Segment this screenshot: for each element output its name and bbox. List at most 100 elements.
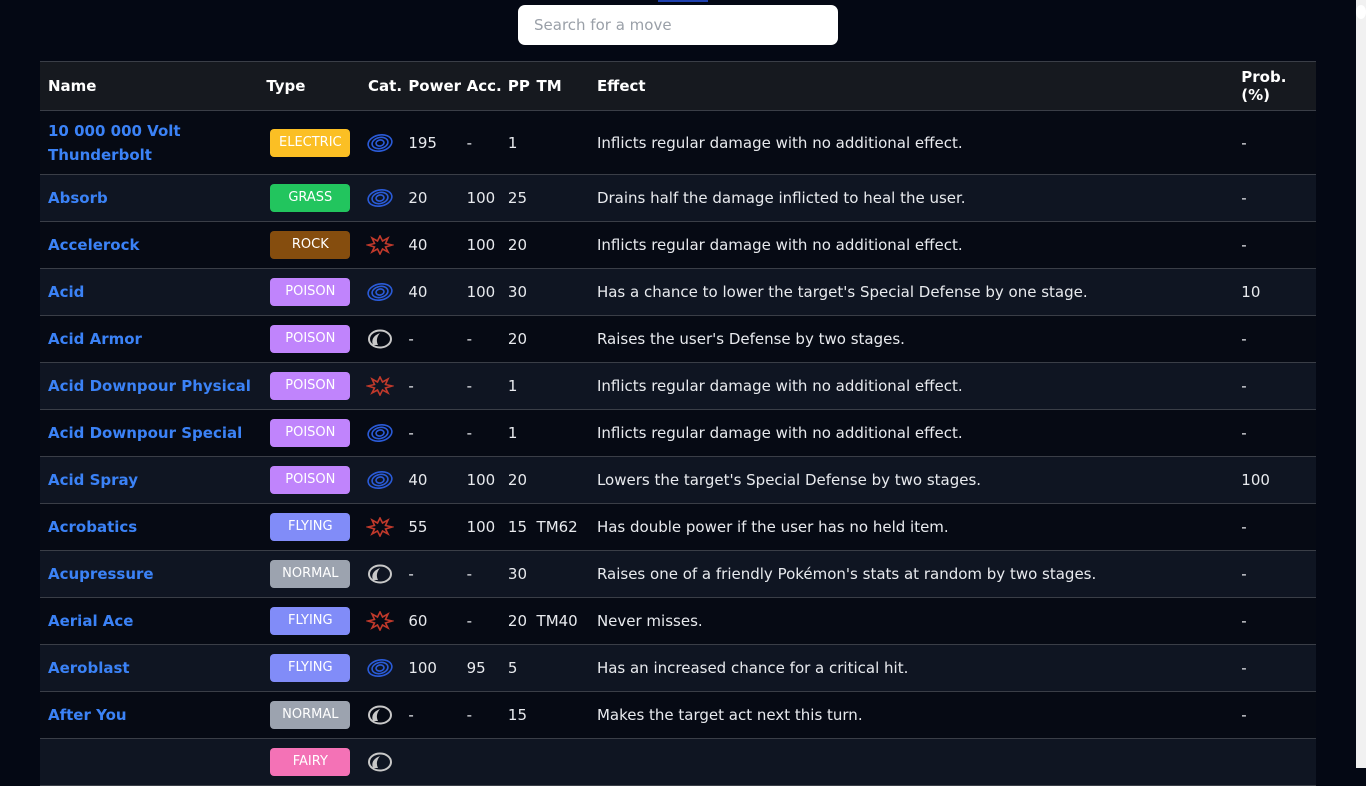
type-badge: FAIRY	[270, 748, 351, 776]
cell-pp: 1	[499, 362, 529, 410]
cell-effect: Has an increased chance for a critical h…	[588, 644, 1234, 692]
cell-name: Acrobatics	[40, 503, 259, 551]
cell-tm	[528, 174, 589, 222]
move-name-link[interactable]: After You	[48, 706, 127, 724]
status-category-icon	[368, 564, 393, 584]
cell-pp: 25	[499, 174, 529, 222]
search-input[interactable]	[518, 5, 838, 45]
table-row: Acrobatics FLYING 55 100 15 TM62 Has double po…	[40, 503, 1316, 551]
table-row: Acid Spray POISON 40 100 20 Lowers the target…	[40, 456, 1316, 504]
cell-probability: -	[1233, 362, 1316, 410]
move-name-link[interactable]: Aeroblast	[48, 659, 130, 677]
cell-pp	[499, 738, 529, 786]
cell-category	[360, 456, 401, 504]
cell-name: After You	[40, 691, 259, 739]
header-pp[interactable]: PP	[499, 61, 530, 111]
move-name-link[interactable]: Acrobatics	[48, 518, 137, 536]
cell-effect: Inflicts regular damage with no addition…	[588, 409, 1234, 457]
cell-type: POISON	[258, 315, 361, 363]
cell-category	[360, 597, 401, 645]
cell-category	[360, 110, 401, 175]
header-type[interactable]: Type	[258, 61, 361, 111]
special-category-icon	[367, 470, 393, 490]
cell-type: NORMAL	[258, 550, 361, 598]
cell-power: -	[400, 550, 459, 598]
move-name-link[interactable]: Acid Downpour Physical	[48, 377, 251, 395]
table-row: Aeroblast FLYING 100 95 5 Has an increased ch…	[40, 644, 1316, 692]
move-name-link[interactable]: Acid Armor	[48, 330, 142, 348]
type-badge: GRASS	[270, 184, 351, 212]
move-name-link[interactable]: Acid Spray	[48, 471, 138, 489]
cell-name	[40, 738, 259, 786]
cell-effect: Has a chance to lower the target's Speci…	[588, 268, 1234, 316]
move-name-link[interactable]: Acid	[48, 283, 84, 301]
cell-probability: -	[1233, 550, 1316, 598]
cell-tm: TM40	[528, 597, 589, 645]
cell-type: ROCK	[258, 221, 361, 269]
cell-accuracy: -	[458, 550, 500, 598]
move-name-link[interactable]: 10 000 000 Volt Thunderbolt	[48, 122, 181, 164]
move-name-link[interactable]: Aerial Ace	[48, 612, 133, 630]
cell-name: Accelerock	[40, 221, 259, 269]
special-category-icon	[367, 423, 393, 443]
cell-probability: -	[1233, 597, 1316, 645]
scrollbar-thumb[interactable]	[1356, 5, 1366, 19]
cell-pp: 20	[499, 221, 529, 269]
cell-type: FLYING	[258, 503, 361, 551]
header-category[interactable]: Cat.	[360, 61, 402, 111]
search-box[interactable]	[518, 5, 838, 45]
cell-name: Acid	[40, 268, 259, 316]
header-accuracy[interactable]: Acc.	[458, 61, 502, 111]
cell-name: 10 000 000 Volt Thunderbolt	[40, 110, 259, 175]
cell-accuracy: 100	[458, 456, 500, 504]
cell-accuracy: -	[458, 315, 500, 363]
cell-tm	[528, 691, 589, 739]
cell-power: -	[400, 691, 459, 739]
cell-category	[360, 503, 401, 551]
cell-pp: 1	[499, 409, 529, 457]
cell-probability	[1233, 738, 1316, 786]
cell-name: Acid Downpour Special	[40, 409, 259, 457]
scrollbar-track[interactable]	[1356, 0, 1366, 768]
type-badge: ELECTRIC	[270, 128, 351, 157]
type-badge: POISON	[270, 325, 351, 353]
cell-type: POISON	[258, 362, 361, 410]
header-probability[interactable]: Prob. (%)	[1233, 61, 1316, 111]
header-tm[interactable]: TM	[528, 61, 589, 111]
header-effect[interactable]: Effect	[588, 61, 1234, 111]
physical-category-icon	[366, 611, 395, 631]
cell-probability: 100	[1233, 456, 1316, 504]
move-name-link[interactable]: Acupressure	[48, 565, 154, 583]
cell-accuracy: 95	[458, 644, 500, 692]
cell-accuracy: 100	[458, 174, 500, 222]
cell-accuracy: 100	[458, 268, 500, 316]
cell-type: FAIRY	[258, 738, 361, 786]
cell-tm	[528, 550, 589, 598]
cell-category	[360, 174, 401, 222]
cell-power	[400, 738, 459, 786]
header-power[interactable]: Power	[400, 61, 461, 111]
cell-type: NORMAL	[258, 691, 361, 739]
table-row: After You NORMAL - -15 Makes the target act …	[40, 691, 1316, 739]
cell-category	[360, 644, 401, 692]
cell-category	[360, 315, 401, 363]
cell-effect: Makes the target act next this turn.	[588, 691, 1234, 739]
status-category-icon	[368, 705, 393, 725]
cell-name: Aerial Ace	[40, 597, 259, 645]
header-name[interactable]: Name	[40, 61, 259, 111]
cell-power: 40	[400, 221, 459, 269]
table-row: Aerial Ace FLYING 60-20 TM40 Never misses. -	[40, 597, 1316, 645]
cell-accuracy: 100	[458, 503, 500, 551]
move-name-link[interactable]: Accelerock	[48, 236, 139, 254]
cell-power: 55	[400, 503, 459, 551]
cell-tm	[528, 409, 589, 457]
moves-table-container: Name Type Cat. Power Acc. PP TM Effect P…	[40, 61, 1316, 786]
type-badge: FLYING	[270, 607, 351, 635]
move-name-link[interactable]: Acid Downpour Special	[48, 424, 242, 442]
cell-name: Aeroblast	[40, 644, 259, 692]
cell-category	[360, 362, 401, 410]
cell-tm	[528, 110, 589, 175]
move-name-link[interactable]: Absorb	[48, 189, 108, 207]
cell-power: -	[400, 362, 459, 410]
cell-category	[360, 409, 401, 457]
